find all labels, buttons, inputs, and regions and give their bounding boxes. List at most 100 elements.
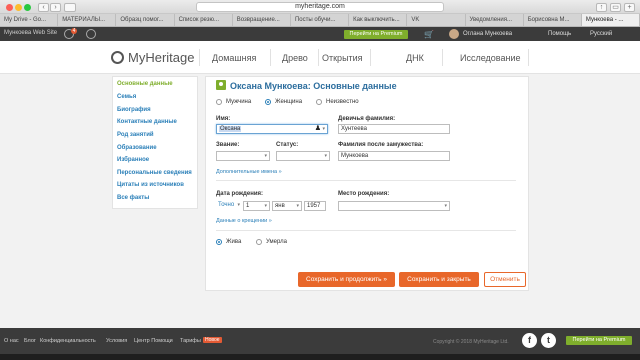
married-name-label: Фамилия после замужества: — [338, 142, 424, 148]
sidebar-item-contacts[interactable]: Контактные данные — [117, 119, 177, 125]
browser-tab[interactable]: My Drive - Go... — [0, 14, 59, 26]
married-name-input[interactable]: Мункоева — [338, 151, 450, 161]
nav-divider — [318, 49, 319, 66]
back-icon[interactable]: ‹ — [38, 3, 49, 12]
sidebar-item-personal-info[interactable]: Персональные сведения — [117, 170, 192, 176]
sidebar-item-source-citations[interactable]: Цитаты из источников — [117, 182, 184, 188]
gender-female-label: Женщина — [275, 99, 303, 105]
deceased-label: Умерла — [266, 239, 287, 245]
save-close-button[interactable]: Сохранить и закрыть — [399, 272, 479, 287]
person-silhouette-icon[interactable]: ♟ — [315, 125, 321, 133]
birth-day-value: 1 — [246, 203, 250, 209]
forward-icon[interactable]: › — [50, 3, 61, 12]
user-menu[interactable]: Оглана Мункоева — [463, 31, 512, 37]
baptism-link[interactable]: Данные о крещении » — [216, 218, 272, 224]
browser-tab[interactable]: Возвращение... — [233, 14, 291, 26]
nav-tree[interactable]: Древо — [282, 53, 308, 63]
more-names-link[interactable]: Дополнительные имена » — [216, 169, 282, 175]
gender-female-radio[interactable] — [265, 99, 271, 105]
alive-radio[interactable] — [216, 239, 222, 245]
browser-tab[interactable]: Список резю... — [175, 14, 233, 26]
cancel-button[interactable]: Отменить — [484, 272, 526, 287]
gender-unknown-label: Неизвестно — [326, 99, 359, 105]
sidebar-item-basic-info[interactable]: Основные данные — [117, 81, 173, 87]
browser-tab[interactable]: VK — [407, 14, 466, 26]
nav-discoveries[interactable]: Открытия — [322, 53, 363, 63]
help-menu[interactable]: Помощь — [548, 31, 571, 37]
first-name-input[interactable]: Оксана ♟ ▾ — [216, 124, 328, 134]
sidebar-item-biography[interactable]: Биография — [117, 107, 151, 113]
copyright: Copyright © 2018 MyHeritage Ltd. — [433, 339, 509, 345]
footer-link-pricing[interactable]: Тарифы — [180, 338, 201, 344]
nav-dna[interactable]: ДНК — [406, 53, 424, 63]
sidebar-toggle-icon[interactable] — [64, 3, 76, 12]
edit-profile-panel — [205, 76, 529, 291]
browser-tab[interactable]: Образц помог... — [116, 14, 175, 26]
main-navigation: MyHeritage Домашняя Древо Открытия ДНК И… — [0, 41, 640, 74]
sidebar-item-all-facts[interactable]: Все факты — [117, 195, 149, 201]
alive-label: Жива — [226, 239, 242, 245]
birth-precision-value: Точно — [218, 202, 235, 208]
maximize-window-button[interactable] — [24, 4, 31, 11]
browser-tab[interactable]: Уведомления... — [466, 14, 524, 26]
birth-place-input[interactable]: ▾ — [338, 201, 450, 211]
browser-tab-active[interactable]: Мункоева - ... — [581, 14, 640, 26]
sidebar-item-education[interactable]: Образование — [117, 145, 157, 151]
avatar[interactable] — [449, 29, 459, 39]
browser-tab[interactable]: МАТЕРИАЛЫ... — [58, 14, 117, 26]
footer-link-help-center[interactable]: Центр Помощи — [134, 338, 173, 344]
deceased-radio[interactable] — [256, 239, 262, 245]
birth-precision-select[interactable]: Точно ▾ — [216, 201, 242, 211]
myheritage-logo-icon — [111, 51, 124, 64]
sidebar-item-occupation[interactable]: Род занятий — [117, 132, 154, 138]
share-icon[interactable]: ↑ — [596, 3, 607, 12]
address-bar[interactable]: myheritage.com — [196, 2, 444, 12]
cart-icon[interactable]: 🛒 — [424, 30, 434, 39]
birth-day-select[interactable]: 1 ▾ — [243, 201, 270, 211]
settings-icon[interactable] — [86, 29, 96, 39]
logo[interactable]: MyHeritage — [128, 50, 194, 65]
birth-month-value: янв — [275, 203, 285, 209]
browser-tab[interactable]: Как выключить... — [349, 14, 408, 26]
browser-tab[interactable]: Посты обучи... — [291, 14, 350, 26]
footer-link-privacy[interactable]: Конфиденциальность — [40, 338, 96, 344]
new-badge: Новое — [203, 337, 222, 343]
nav-research[interactable]: Исследование — [460, 53, 520, 63]
page-title: Оксана Мункоева: Основные данные — [230, 81, 397, 91]
nav-home[interactable]: Домашняя — [212, 53, 256, 63]
site-footer: О нас Блог Конфиденциальность Условия Це… — [0, 328, 640, 354]
maiden-name-label: Девичья фамилия: — [338, 116, 396, 122]
footer-link-terms[interactable]: Условия — [106, 338, 127, 344]
close-window-button[interactable] — [6, 4, 13, 11]
site-name[interactable]: Мункоева Web Site — [4, 30, 57, 36]
chevron-down-icon: ▾ — [264, 153, 267, 159]
language-menu[interactable]: Русский — [590, 31, 612, 37]
footer-premium-button[interactable]: Перейти на Premium — [566, 336, 632, 345]
first-name-label: Имя: — [216, 116, 231, 122]
gender-male-radio[interactable] — [216, 99, 222, 105]
status-select[interactable]: ▾ — [276, 151, 330, 161]
birth-year-input[interactable]: 1957 — [304, 201, 326, 211]
minimize-window-button[interactable] — [15, 4, 22, 11]
sidebar-item-family[interactable]: Семья — [117, 94, 136, 100]
sidebar-item-favorites[interactable]: Избранное — [117, 157, 149, 163]
twitter-icon[interactable]: t — [541, 333, 556, 348]
notification-count-badge: 4 — [71, 28, 77, 34]
chevron-down-icon: ▾ — [444, 203, 447, 209]
maiden-name-input[interactable]: Хунтеева — [338, 124, 450, 134]
footer-link-about[interactable]: О нас — [4, 338, 19, 344]
person-icon — [216, 80, 226, 90]
new-tab-icon[interactable]: + — [624, 3, 635, 12]
section-divider — [216, 180, 516, 181]
site-top-bar: Мункоева Web Site 4 Перейти на Premium 🛒… — [0, 27, 640, 41]
gender-unknown-radio[interactable] — [316, 99, 322, 105]
title-select[interactable]: ▾ — [216, 151, 270, 161]
footer-link-blog[interactable]: Блог — [24, 338, 36, 344]
browser-tab[interactable]: Борисовна М... — [524, 14, 582, 26]
facebook-icon[interactable]: f — [522, 333, 537, 348]
save-continue-button[interactable]: Сохранить и продолжить » — [298, 272, 395, 287]
premium-button[interactable]: Перейти на Premium — [344, 30, 408, 39]
title-label: Звание: — [216, 142, 240, 148]
birth-month-select[interactable]: янв ▾ — [272, 201, 302, 211]
tabs-overview-icon[interactable]: ▭ — [610, 3, 621, 12]
